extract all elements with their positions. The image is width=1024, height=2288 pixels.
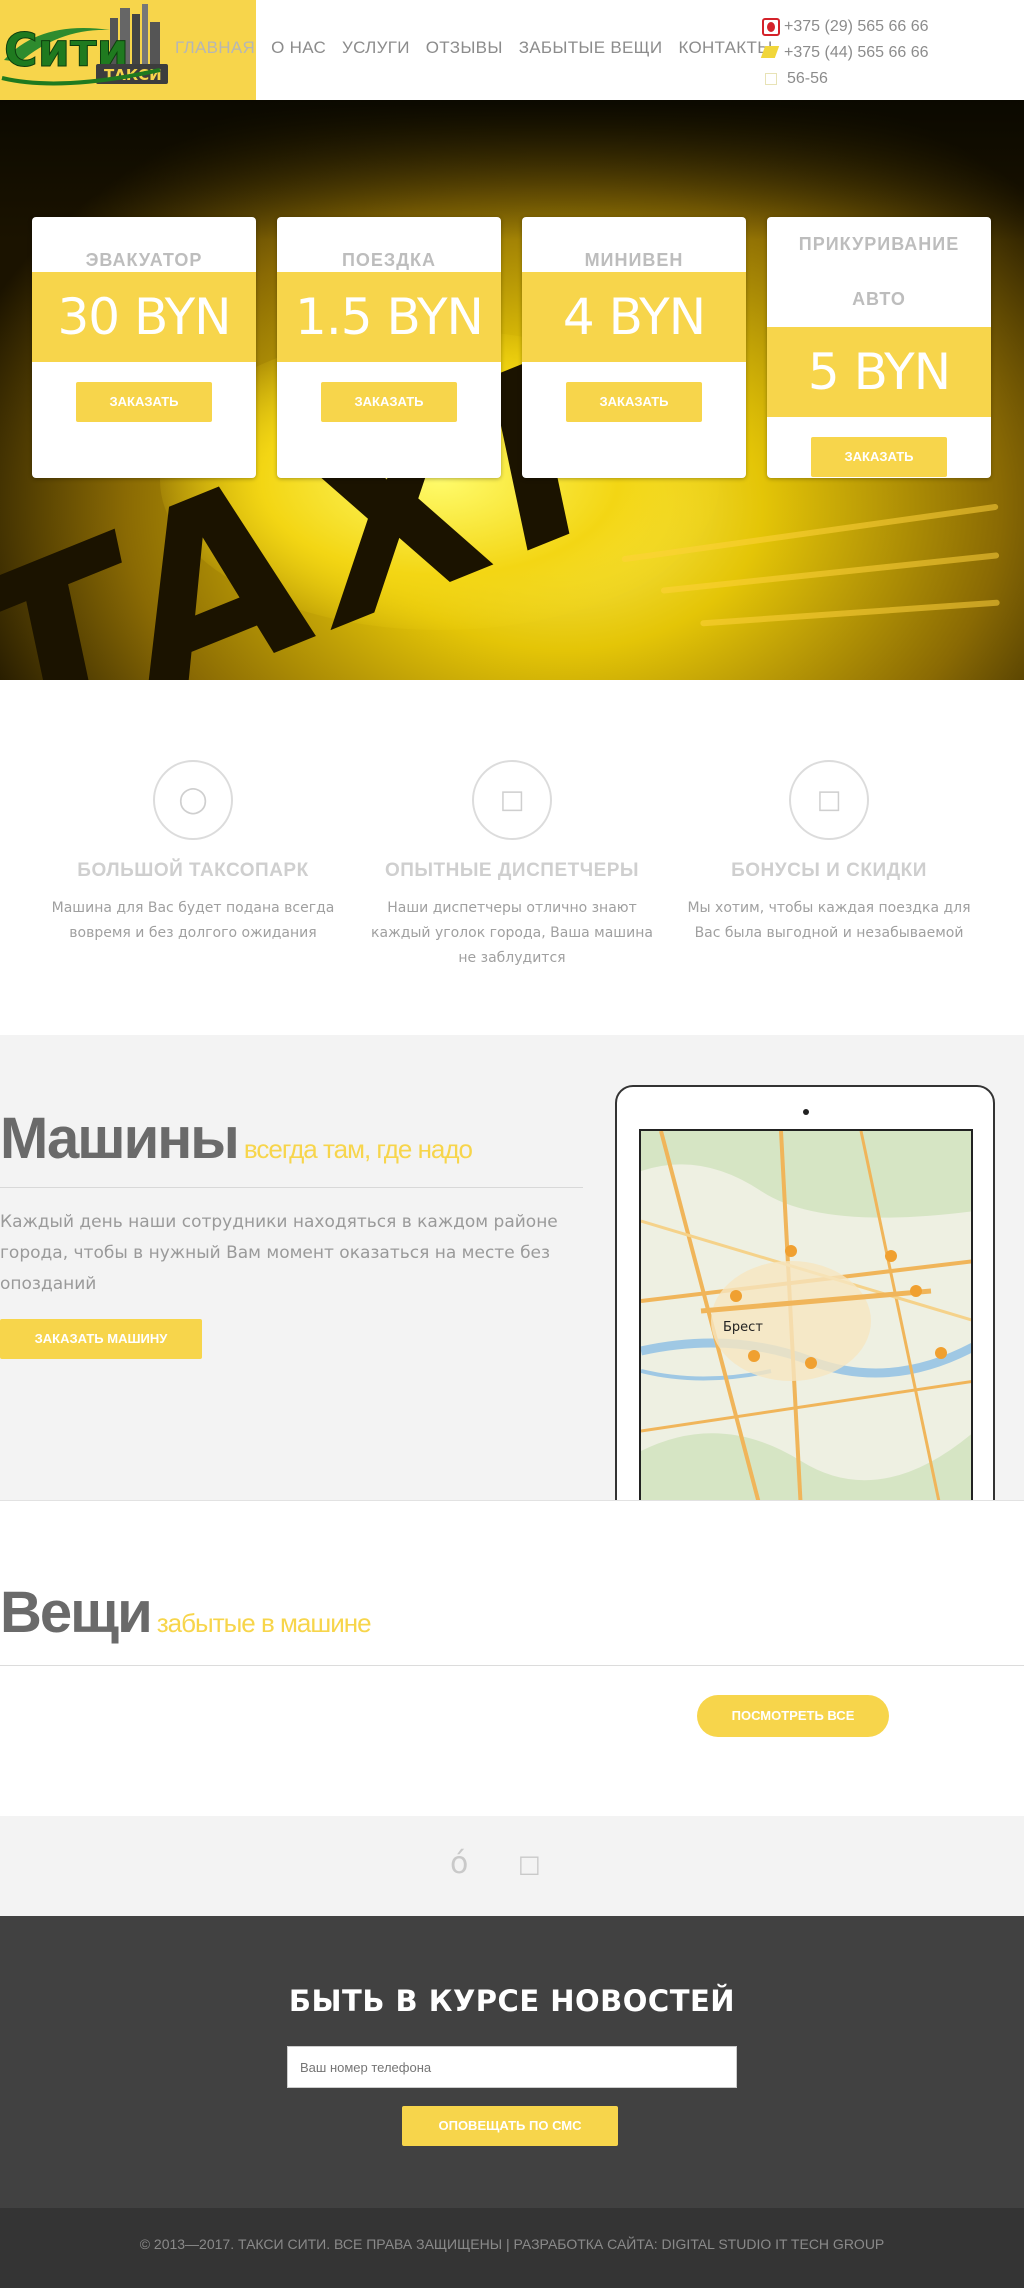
mts-icon: [762, 18, 780, 36]
nav-item-services[interactable]: УСЛУГИ: [342, 38, 410, 58]
card-price: 1.5 BYN: [277, 272, 501, 362]
card-title: ПРИКУРИВАНИЕ АВТО: [767, 217, 991, 327]
order-button[interactable]: ЗАКАЗАТЬ: [321, 382, 457, 422]
section-title-main: Вещи: [0, 1580, 153, 1645]
feature-title: БОНУСЫ И СКИДКИ: [731, 860, 927, 881]
site-header: Сити ТАКСИ ГЛАВНАЯ О НАС УСЛУГИ ОТЗЫВЫ З…: [0, 0, 1024, 100]
machines-section: Машины всегда там, где надо Каждый день н…: [0, 1035, 1024, 1501]
light-streak: [660, 552, 1000, 594]
section-title: Машины всегда там, где надо: [0, 1105, 473, 1172]
phone-number[interactable]: +375 (29) 565 66 66: [784, 18, 929, 36]
phone-row: +375 (44) 565 66 66: [762, 40, 929, 66]
features-section: ◯ БОЛЬШОЙ ТАКСОПАРК Машина для Вас будет…: [0, 680, 1024, 1035]
vk-icon[interactable]: □: [518, 1850, 541, 1878]
order-button[interactable]: ЗАКАЗАТЬ: [811, 437, 947, 477]
newsletter-section: БЫТЬ В КУРСЕ НОВОСТЕЙ ОПОВЕЩАТЬ ПО СМС: [0, 1916, 1024, 2208]
hero-banner: TAXI ЭВАКУАТОР 30 BYN ЗАКАЗАТЬ ПОЕЗДКА 1…: [0, 100, 1024, 680]
sms-subscribe-button[interactable]: ОПОВЕЩАТЬ ПО СМС: [402, 2106, 618, 2146]
phone-list: +375 (29) 565 66 66 +375 (44) 565 66 66 …: [762, 14, 929, 92]
newsletter-title: БЫТЬ В КУРСЕ НОВОСТЕЙ: [288, 1984, 736, 2018]
tablet-mockup: Брест: [615, 1085, 995, 1500]
card-price: 4 BYN: [522, 272, 746, 362]
feature-title: ОПЫТНЫЕ ДИСПЕТЧЕРЫ: [384, 860, 640, 881]
feature-icon-circle: ◯: [153, 760, 233, 840]
feature-item: ◯ БОЛЬШОЙ ТАКСОПАРК Машина для Вас будет…: [38, 760, 348, 946]
feature-icon-circle: □: [789, 760, 869, 840]
site-footer: © 2013—2017. ТАКСИ СИТИ. ВСЕ ПРАВА ЗАЩИЩ…: [0, 2208, 1024, 2288]
divider: [0, 1187, 583, 1188]
feature-icon-circle: □: [472, 760, 552, 840]
velcom-icon: [762, 44, 780, 62]
phone-number[interactable]: 56-56: [787, 70, 828, 88]
machines-text: Каждый день наши сотрудники находяться в…: [0, 1212, 558, 1294]
main-nav: ГЛАВНАЯ О НАС УСЛУГИ ОТЗЫВЫ ЗАБЫТЫЕ ВЕЩИ…: [175, 38, 789, 58]
tablet-camera: [803, 1109, 809, 1115]
card-title-line: АВТО: [852, 289, 906, 309]
nav-item-home[interactable]: ГЛАВНАЯ: [175, 38, 255, 58]
social-bar: ó □: [0, 1816, 1024, 1916]
feature-item: □ БОНУСЫ И СКИДКИ Мы хотим, чтобы каждая…: [674, 760, 984, 946]
nav-item-lost-items[interactable]: ЗАБЫТЫЕ ВЕЩИ: [519, 38, 663, 58]
card-title: МИНИВЕН: [584, 250, 684, 270]
phone-input[interactable]: [287, 2046, 737, 2088]
headset-icon: □: [499, 785, 525, 815]
order-button[interactable]: ЗАКАЗАТЬ: [76, 382, 212, 422]
order-button[interactable]: ЗАКАЗАТЬ: [566, 382, 702, 422]
card-title-line: ПРИКУРИВАНИЕ: [798, 234, 960, 254]
nav-item-reviews[interactable]: ОТЗЫВЫ: [426, 38, 503, 58]
card-title: ПОЕЗДКА: [341, 250, 437, 270]
feature-text: Наши диспетчеры отлично знают каждый уго…: [371, 900, 653, 966]
section-title-main: Машины: [0, 1106, 240, 1171]
city-map: Брест: [639, 1129, 973, 1500]
divider: [0, 1665, 1024, 1666]
order-car-button[interactable]: ЗАКАЗАТЬ МАШИНУ: [0, 1319, 202, 1359]
feature-title: БОЛЬШОЙ ТАКСОПАРК: [77, 860, 309, 881]
lost-items-section: Вещи забытые в машине ПОСМОТРЕТЬ ВСЕ: [0, 1501, 1024, 1816]
card-price: 5 BYN: [767, 327, 991, 417]
price-card: ПОЕЗДКА 1.5 BYN ЗАКАЗАТЬ: [277, 217, 501, 478]
nav-item-contacts[interactable]: КОНТАКТЫ: [678, 38, 772, 58]
odnoklassniki-icon[interactable]: ó: [450, 1846, 468, 1881]
card-title: ЭВАКУАТОР: [85, 250, 203, 270]
light-streak: [700, 599, 1000, 627]
price-card: ПРИКУРИВАНИЕ АВТО 5 BYN ЗАКАЗАТЬ: [767, 217, 991, 478]
section-title-sub: забытые в машине: [156, 1608, 372, 1638]
car-icon: ◯: [178, 785, 208, 815]
phone-row: +375 (29) 565 66 66: [762, 14, 929, 40]
price-cards: ЭВАКУАТОР 30 BYN ЗАКАЗАТЬ ПОЕЗДКА 1.5 BY…: [32, 217, 991, 478]
section-title-sub: всегда там, где надо: [243, 1134, 473, 1164]
phone-number[interactable]: +375 (44) 565 66 66: [784, 44, 929, 62]
feature-text: Мы хотим, чтобы каждая поездка для Вас б…: [687, 900, 971, 941]
card-price: 30 BYN: [32, 272, 256, 362]
city-phone-icon: [765, 73, 777, 85]
map-city-label: Брест: [723, 1320, 763, 1335]
price-card: ЭВАКУАТОР 30 BYN ЗАКАЗАТЬ: [32, 217, 256, 478]
price-card: МИНИВЕН 4 BYN ЗАКАЗАТЬ: [522, 217, 746, 478]
nav-item-about[interactable]: О НАС: [271, 38, 326, 58]
copyright: © 2013—2017. ТАКСИ СИТИ. ВСЕ ПРАВА ЗАЩИЩ…: [139, 2236, 885, 2252]
phone-row: 56-56: [762, 66, 929, 92]
feature-text: Машина для Вас будет подана всегда вовре…: [51, 900, 335, 941]
view-all-button[interactable]: ПОСМОТРЕТЬ ВСЕ: [697, 1695, 889, 1737]
section-title: Вещи забытые в машине: [0, 1579, 372, 1646]
gift-icon: □: [816, 785, 842, 815]
feature-item: □ ОПЫТНЫЕ ДИСПЕТЧЕРЫ Наши диспетчеры отл…: [357, 760, 667, 971]
